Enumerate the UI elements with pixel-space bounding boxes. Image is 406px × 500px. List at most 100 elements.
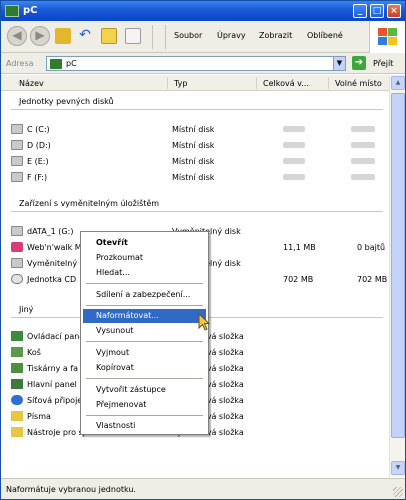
hard-drive-icon [11, 156, 23, 166]
item-name: F (F:) [27, 173, 48, 182]
go-button[interactable]: Přejít [373, 59, 393, 68]
menu-soubor[interactable]: Soubor [174, 31, 202, 40]
redacted-free [351, 174, 375, 180]
item-type: Místní disk [172, 157, 215, 166]
menu-upravy[interactable]: Úpravy [217, 31, 246, 40]
item-size: 11,1 MB [283, 243, 316, 252]
menu-item-label: Vlastnosti [96, 421, 136, 430]
item-name: dATA_1 (G:) [27, 227, 74, 236]
item-name: Hlavní panel [27, 380, 77, 389]
undo-icon[interactable]: ↶ [77, 28, 93, 44]
back-button[interactable]: ◀ [7, 26, 27, 46]
column-size[interactable]: Celková v... [263, 79, 309, 88]
go-arrow-icon[interactable]: ➔ [352, 56, 366, 70]
menu-item-label: Otevřít [96, 238, 128, 247]
forward-button[interactable]: ▶ [30, 26, 50, 46]
menu-properties[interactable]: Vlastnosti [83, 419, 206, 433]
column-free[interactable]: Volné místo [335, 79, 382, 88]
resize-grip-icon[interactable] [393, 487, 403, 497]
menu-eject[interactable]: Vysunout [83, 324, 206, 338]
group-removable: Zařízení s vyměnitelným úložištěm [19, 199, 160, 208]
hard-drive-icon [11, 172, 23, 182]
redacted-size [283, 174, 305, 180]
menu-item-label: Prozkoumat [96, 253, 144, 262]
item-free: 0 bajtů [357, 243, 386, 252]
address-value: pC [66, 59, 77, 68]
scroll-thumb[interactable] [391, 93, 405, 438]
group-divider [11, 109, 383, 110]
redacted-size [283, 126, 305, 132]
close-button[interactable]: × [387, 4, 401, 18]
menu-copy[interactable]: Kopírovat [83, 361, 206, 375]
printers-icon [11, 363, 23, 373]
fonts-folder-icon [11, 411, 23, 421]
menu-separator [86, 283, 203, 284]
item-name: Tiskárny a fa [27, 364, 79, 373]
list-item[interactable]: E (E:) Místní disk [1, 154, 389, 169]
menu-sharing[interactable]: Sdílení a zabezpečení... [83, 288, 206, 302]
menu-explore[interactable]: Prozkoumat [83, 251, 206, 265]
item-name: E (E:) [27, 157, 49, 166]
menu-zobrazit[interactable]: Zobrazit [259, 31, 292, 40]
chevron-down-icon[interactable]: ▼ [333, 57, 345, 70]
menu-separator [86, 341, 203, 342]
hard-drive-icon [11, 124, 23, 134]
views-icon[interactable] [125, 28, 141, 44]
scroll-down-icon[interactable]: ▼ [391, 461, 405, 475]
redacted-free [351, 142, 375, 148]
menu-create-shortcut[interactable]: Vytvořit zástupce [83, 383, 206, 397]
item-type: Místní disk [172, 125, 215, 134]
vertical-scrollbar[interactable]: ▲ ▼ [389, 75, 405, 477]
title-bar[interactable]: pC _ □ × [1, 1, 405, 21]
item-name: Ovládací pane [27, 332, 85, 341]
explorer-window: pC _ □ × ◀ ▶ ↶ Soubor Úpravy Zobrazit Ob… [0, 0, 406, 500]
list-item[interactable]: D (D:) Místní disk [1, 138, 389, 153]
scroll-up-icon[interactable]: ▲ [391, 76, 405, 90]
menu-cut[interactable]: Vyjmout [83, 346, 206, 360]
mouse-cursor-icon [198, 313, 211, 331]
menu-item-label: Vytvořit zástupce [96, 385, 166, 394]
list-item[interactable]: C (C:) Místní disk [1, 122, 389, 137]
address-input[interactable]: pC ▼ [46, 56, 346, 71]
maximize-button[interactable]: □ [370, 4, 384, 18]
column-divider [256, 77, 257, 89]
folder-up-icon[interactable] [55, 28, 71, 44]
menu-item-label: Sdílení a zabezpečení... [96, 290, 191, 299]
menu-format[interactable]: Naformátovat... [83, 309, 206, 323]
menu-rename[interactable]: Přejmenovat [83, 398, 206, 412]
item-name: Koš [27, 348, 41, 357]
menu-item-label: Kopírovat [96, 363, 134, 372]
menu-search[interactable]: Hledat... [83, 266, 206, 280]
status-bar: Naformátuje vybranou jednotku. [1, 478, 405, 499]
menu-item-label: Vysunout [96, 326, 134, 335]
column-name[interactable]: Název [19, 79, 44, 88]
recycle-bin-icon [11, 347, 23, 357]
cd-drive-icon [11, 274, 23, 284]
menu-oblibene[interactable]: Oblíbené [307, 31, 343, 40]
list-item[interactable]: F (F:) Místní disk [1, 170, 389, 185]
redacted-size [283, 142, 305, 148]
modem-cd-icon [11, 242, 23, 252]
hard-drive-icon [11, 140, 23, 150]
computer-icon [5, 5, 19, 17]
computer-icon [50, 59, 62, 69]
folders-icon[interactable] [101, 28, 117, 44]
column-type[interactable]: Typ [174, 79, 187, 88]
item-name: Vyměnitelný [27, 259, 78, 268]
column-divider [167, 77, 168, 89]
column-divider [328, 77, 329, 89]
item-name: Síťová připoje [27, 396, 83, 405]
toolbar-separator [165, 25, 166, 49]
item-type: Místní disk [172, 173, 215, 182]
windows-logo-icon [369, 21, 405, 53]
item-name: Písma [27, 412, 51, 421]
toolbar: ◀ ▶ ↶ Soubor Úpravy Zobrazit Oblíbené [1, 21, 405, 53]
menu-item-label: Přejmenovat [96, 400, 147, 409]
menu-separator [86, 378, 203, 379]
item-size: 702 MB [283, 275, 314, 284]
group-divider [11, 211, 383, 212]
minimize-button[interactable]: _ [353, 4, 367, 18]
menu-open[interactable]: Otevřít [83, 236, 206, 250]
item-name: Web'n'walk M [27, 243, 82, 252]
address-label: Adresa [6, 59, 34, 68]
